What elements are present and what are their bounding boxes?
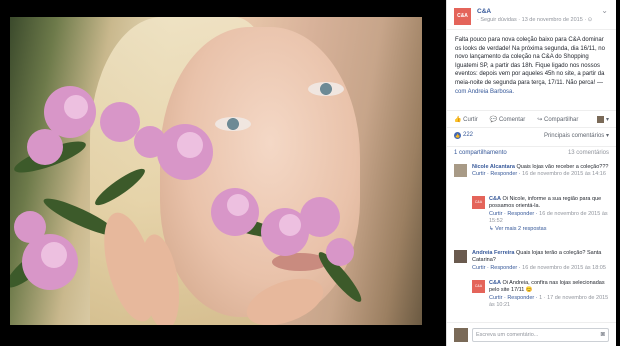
- like-reaction-icon: 👍: [454, 131, 461, 139]
- comment-text-block: C&A Oi Nicole, informe a sua região para…: [489, 196, 610, 233]
- page-avatar[interactable]: C&A: [454, 8, 471, 25]
- comment-actions[interactable]: Curtir · Responder ·: [472, 171, 521, 177]
- comment-meta: Curtir · Responder · 1 · 17 de novembro …: [489, 295, 610, 310]
- view-more-replies[interactable]: ↳ Ver mais 2 respostas: [489, 226, 610, 233]
- comment: Nicole Alcantara Quais lojas vão receber…: [447, 164, 616, 194]
- avatar: [596, 115, 604, 123]
- comment-text-block: C&A Oi Andreia, confira nas lojas seleci…: [489, 280, 610, 310]
- comment-meta: Curtir · Responder · 16 de novembro de 2…: [472, 171, 610, 178]
- share-label: Compartilhar: [544, 116, 579, 123]
- flowers-overlay: [10, 86, 362, 325]
- lightbox: C&A C&A · Seguir dúvidas · 13 de novembr…: [0, 0, 620, 346]
- comment-actions[interactable]: Curtir · Responder ·: [489, 211, 538, 217]
- post-text-body: Falta pouco para nova coleção baixo para…: [455, 37, 605, 86]
- comment-text-block: Andreia Ferreira Quais lojas terão a col…: [472, 250, 610, 272]
- post-meta: · Seguir dúvidas · 13 de novembro de 201…: [477, 17, 593, 23]
- comments-count[interactable]: 13 comentários: [568, 150, 609, 156]
- comment-sort[interactable]: Principais comentários ▾: [544, 132, 609, 139]
- post-text: Falta pouco para nova coleção baixo para…: [447, 30, 616, 110]
- comment-text: Quais lojas vão receber a coleção???: [516, 164, 609, 170]
- post-as-selector[interactable]: ▾: [596, 115, 609, 123]
- avatar[interactable]: C&A: [472, 196, 485, 209]
- comment-author[interactable]: Nicole Alcantara: [472, 164, 515, 170]
- comment-text-block: Nicole Alcantara Quais lojas vão receber…: [472, 164, 610, 179]
- reply: C&A C&A Oi Nicole, informe a sua região …: [447, 196, 616, 240]
- chevron-down-icon: ▾: [605, 116, 609, 123]
- shares-link[interactable]: 1 compartilhamento: [454, 150, 507, 156]
- post-sidebar: C&A C&A · Seguir dúvidas · 13 de novembr…: [446, 0, 616, 346]
- avatar[interactable]: [454, 250, 467, 263]
- comment-list: Nicole Alcantara Quais lojas vão receber…: [447, 160, 616, 320]
- comment-meta: Curtir · Responder · 16 de novembro de 2…: [472, 265, 610, 272]
- like-button[interactable]: 👍 Curtir: [454, 116, 478, 123]
- comment-text: Oi Nicole, informe a sua região para que…: [489, 196, 602, 210]
- comment-time[interactable]: 16 de novembro de 2015 às 14:16: [522, 171, 606, 177]
- comment-actions[interactable]: Curtir · Responder ·: [489, 295, 539, 301]
- share-button[interactable]: ↪ Compartilhar: [537, 116, 578, 123]
- comment-composer: Escreva um comentário... ◙: [447, 322, 616, 346]
- reply: C&A C&A Oi Andreia, confira nas lojas se…: [447, 280, 616, 318]
- comment-button[interactable]: 💬 Comentar: [490, 116, 525, 123]
- comment-time[interactable]: 16 de novembro de 2015 às 18:05: [522, 265, 606, 271]
- comment-placeholder: Escreva um comentário...: [476, 332, 539, 338]
- comment: Andreia Ferreira Quais lojas terão a col…: [447, 250, 616, 280]
- avatar[interactable]: [454, 164, 467, 177]
- post-actions: 👍 Curtir 💬 Comentar ↪ Compartilhar ▾: [447, 110, 616, 128]
- comment-input[interactable]: Escreva um comentário... ◙: [472, 328, 609, 342]
- likes-count[interactable]: 222: [463, 132, 473, 138]
- comment-meta: Curtir · Responder · 16 de novembro de 2…: [489, 211, 610, 226]
- comment-author[interactable]: C&A: [489, 280, 501, 286]
- comment-text: Oi Andreia, confira nas lojas selecionad…: [489, 280, 605, 294]
- comment-author[interactable]: Andreia Ferreira: [472, 250, 515, 256]
- like-label: Curtir: [463, 116, 478, 123]
- camera-icon[interactable]: ◙: [601, 329, 605, 341]
- comment-actions[interactable]: Curtir · Responder ·: [472, 265, 521, 271]
- avatar: [454, 328, 468, 342]
- post-header: C&A C&A · Seguir dúvidas · 13 de novembr…: [447, 0, 616, 30]
- reactions-bar: 👍 222 Principais comentários ▾: [447, 128, 616, 142]
- comment-label: Comentar: [498, 116, 526, 123]
- avatar[interactable]: C&A: [472, 280, 485, 293]
- comment-author[interactable]: C&A: [489, 196, 501, 202]
- tagged-user[interactable]: com Andreia Barbosa.: [455, 89, 514, 95]
- post-photo[interactable]: [10, 17, 422, 325]
- page-name[interactable]: C&A: [477, 8, 491, 15]
- chevron-down-icon[interactable]: ⌄: [601, 6, 608, 15]
- share-comment-count: 1 compartilhamento 13 comentários: [447, 146, 616, 158]
